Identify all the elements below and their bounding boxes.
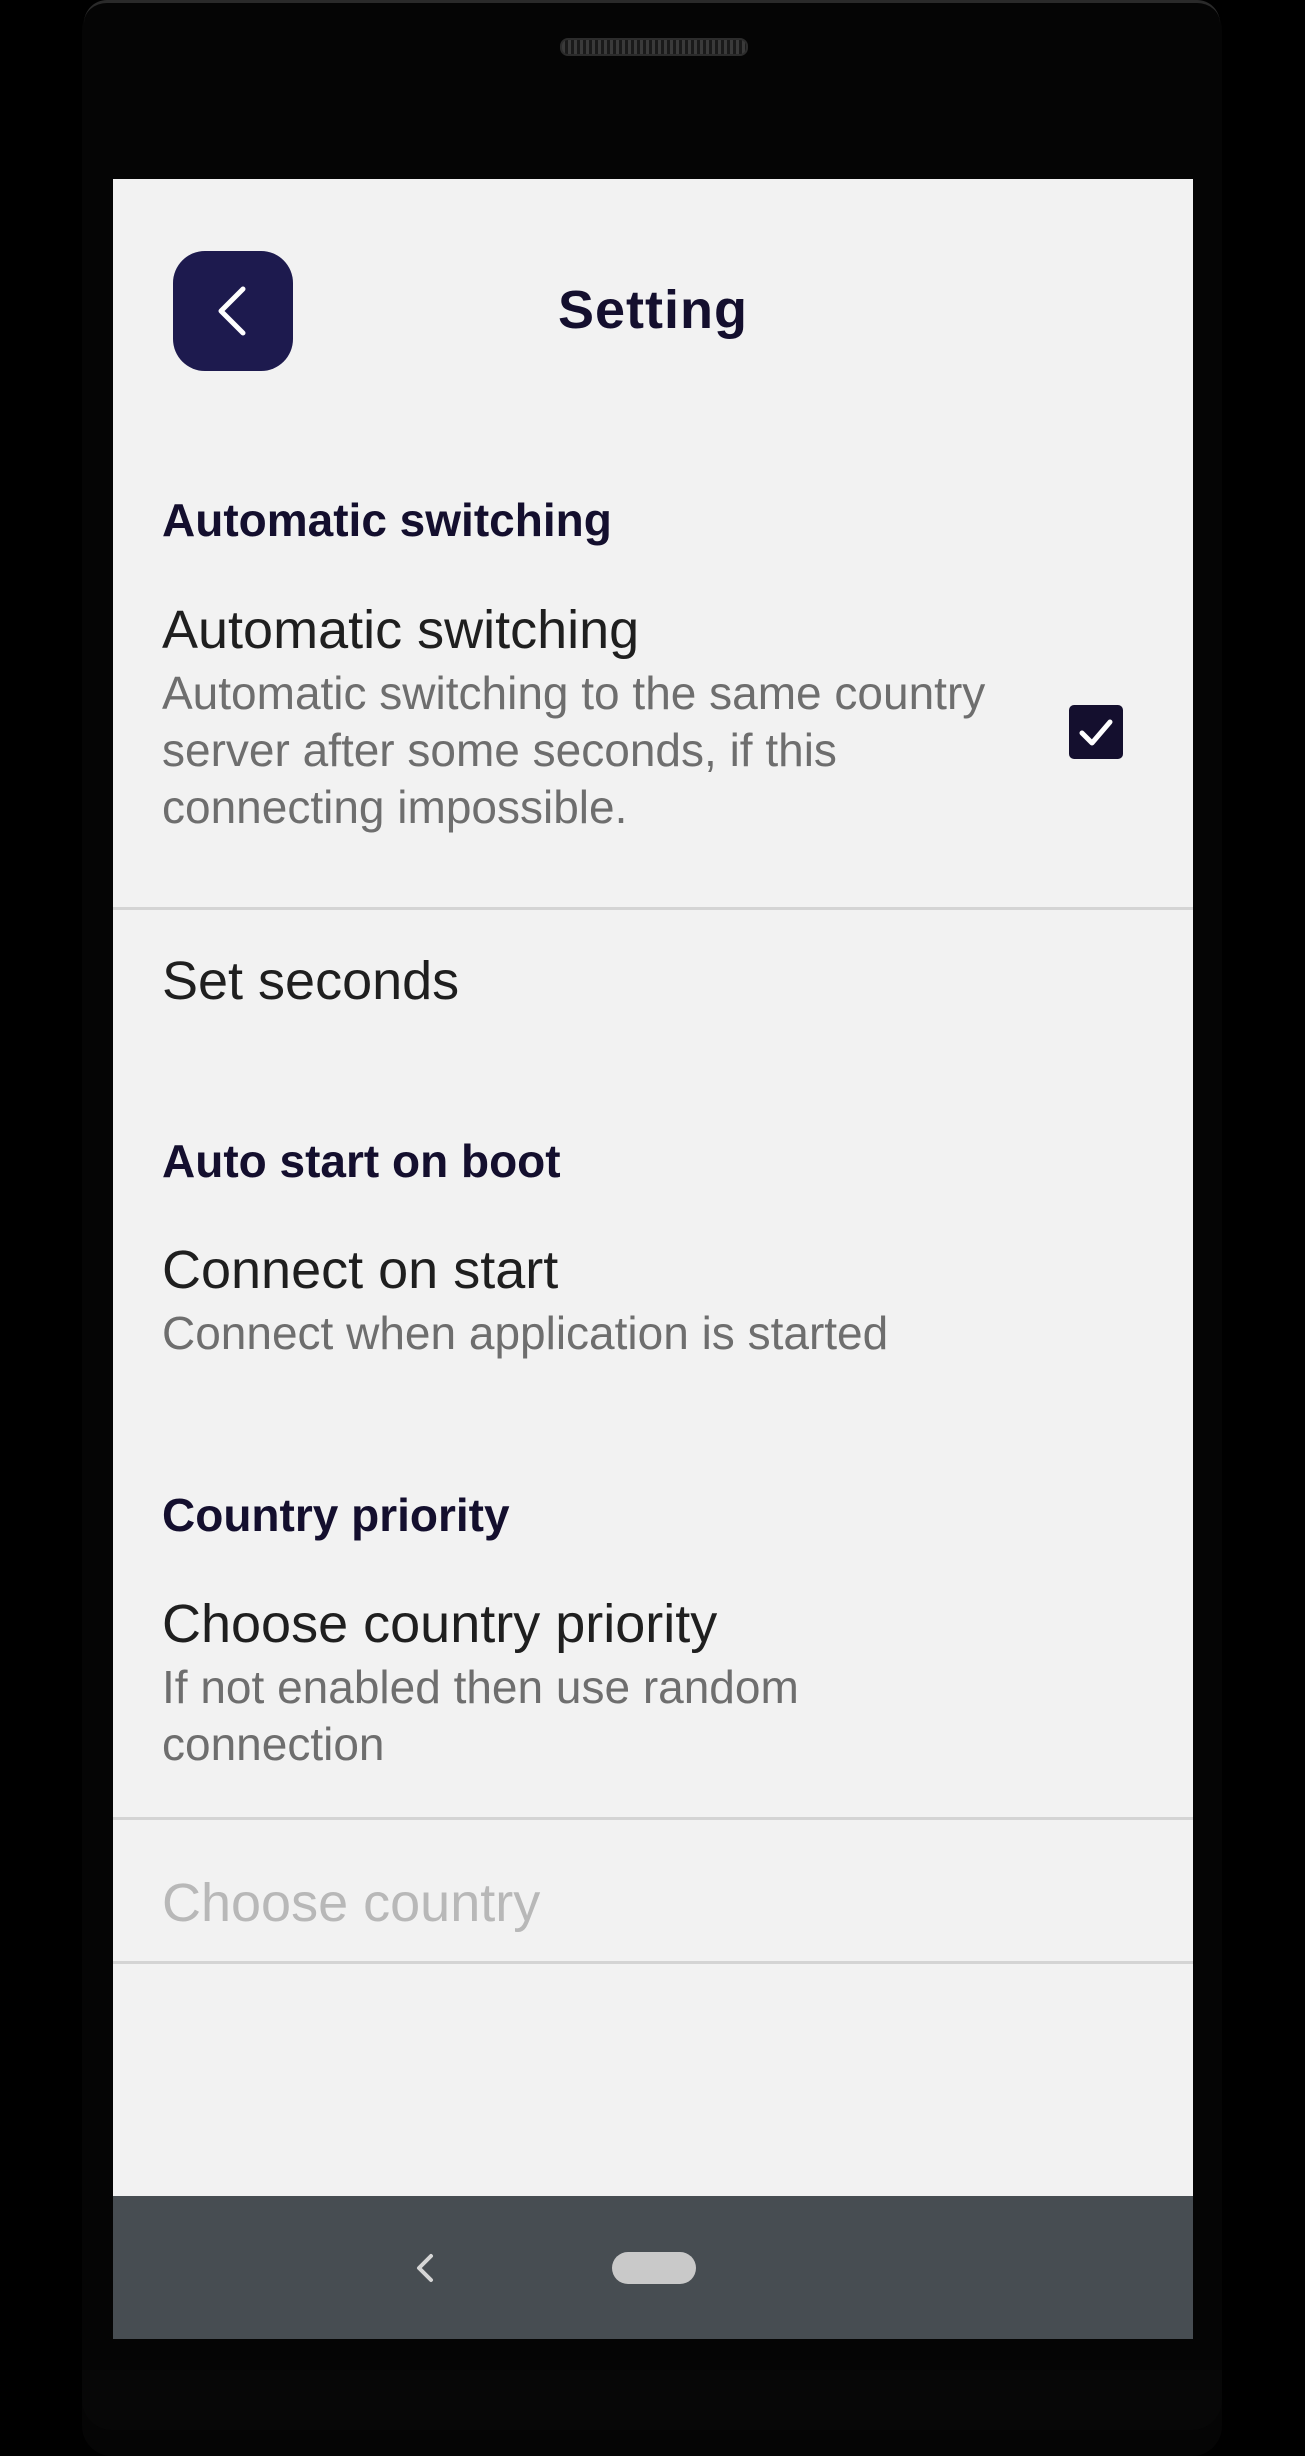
pref-automatic-switching-summary: Automatic switching to the same country … bbox=[162, 667, 986, 833]
pref-set-seconds-title: Set seconds bbox=[162, 951, 460, 1011]
app-screen: Setting Automatic switching Automatic sw… bbox=[113, 179, 1193, 2339]
pref-connect-on-start[interactable]: Connect on start Connect when applicatio… bbox=[113, 1239, 1193, 1399]
category-auto-start: Auto start on boot bbox=[162, 1135, 561, 1187]
pref-connect-on-start-summary: Connect when application is started bbox=[162, 1307, 889, 1359]
category-automatic-switching: Automatic switching bbox=[162, 494, 612, 546]
automatic-switching-checkbox[interactable] bbox=[1069, 705, 1123, 759]
earpiece-speaker bbox=[560, 38, 748, 56]
page-title: Setting bbox=[558, 280, 748, 340]
pref-automatic-switching[interactable]: Automatic switching Automatic switching … bbox=[113, 599, 1193, 899]
pref-set-seconds[interactable]: Set seconds bbox=[113, 910, 1193, 1050]
system-nav-bar bbox=[113, 2196, 1193, 2339]
nav-back-icon bbox=[417, 2254, 433, 2282]
divider bbox=[113, 1961, 1193, 1964]
pref-connect-on-start-title: Connect on start bbox=[162, 1240, 559, 1300]
pref-automatic-switching-title: Automatic switching bbox=[162, 600, 640, 660]
pref-choose-country-title: Choose country bbox=[162, 1873, 541, 1933]
pref-choose-country-priority-summary: If not enabled then use random connectio… bbox=[162, 1661, 799, 1770]
checkmark-icon bbox=[1079, 719, 1113, 746]
pref-choose-country-priority-title: Choose country priority bbox=[162, 1594, 718, 1654]
home-pill-icon[interactable] bbox=[612, 2252, 696, 2284]
nav-back-button[interactable] bbox=[403, 2246, 447, 2290]
device-bottom-edge bbox=[82, 2370, 1222, 2430]
pref-choose-country-priority[interactable]: Choose country priority If not enabled t… bbox=[113, 1593, 1193, 1803]
pref-choose-country[interactable]: Choose country bbox=[113, 1820, 1193, 1960]
device-top-edge bbox=[84, 0, 1220, 23]
category-country-priority: Country priority bbox=[162, 1489, 510, 1541]
